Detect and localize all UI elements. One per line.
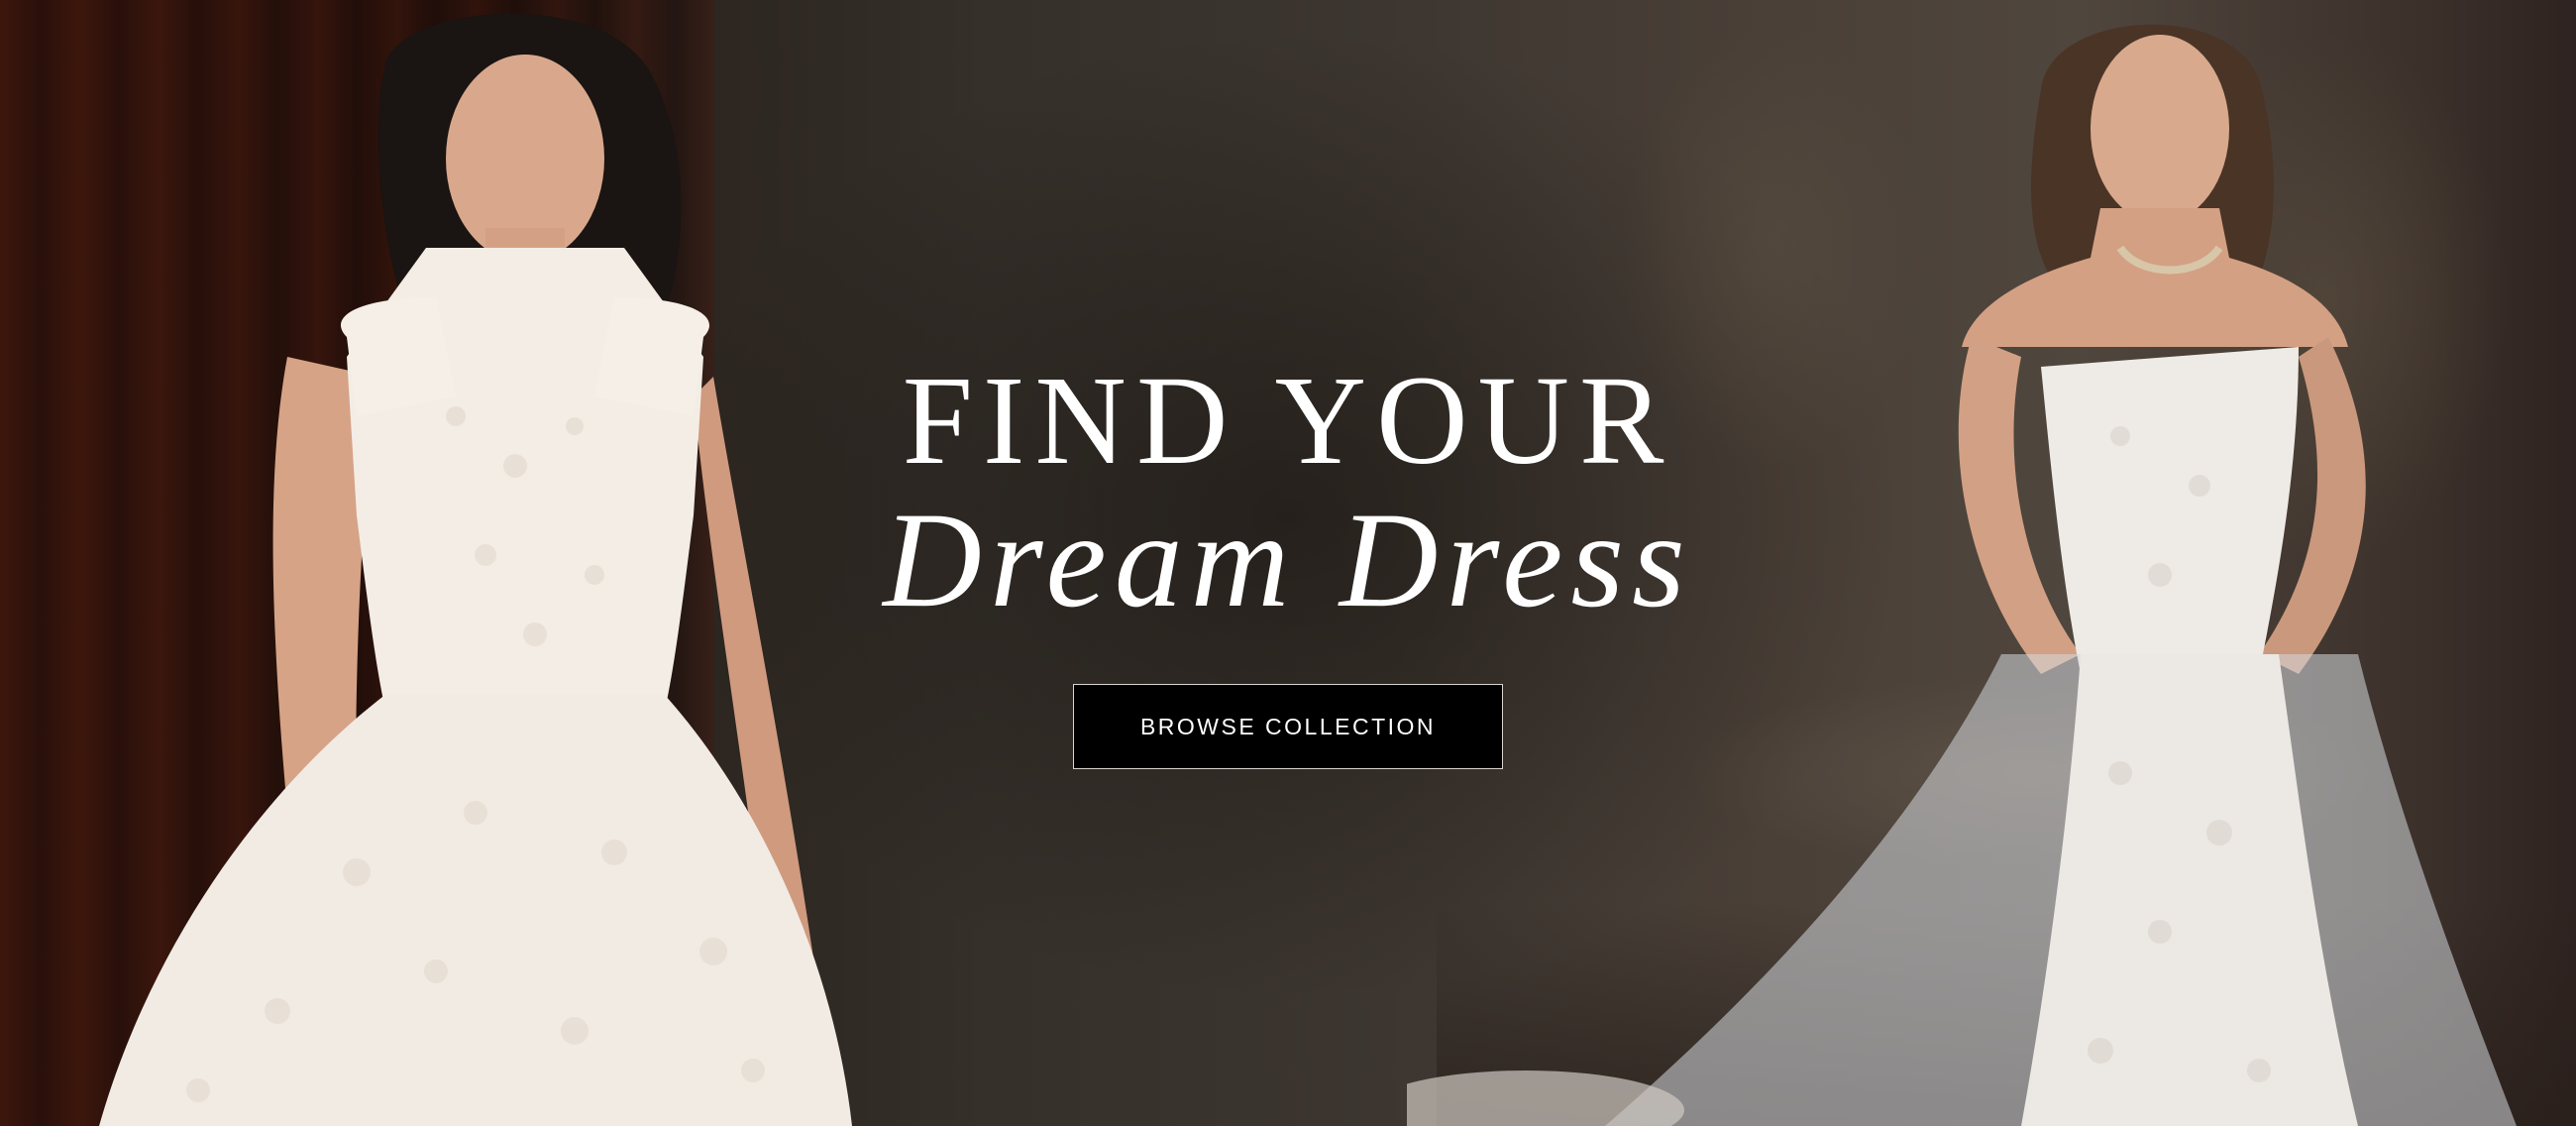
browse-collection-button[interactable]: BROWSE COLLECTION xyxy=(1073,684,1503,769)
left-model-image xyxy=(59,0,852,1126)
hero-banner: FIND YOUR Dream Dress BROWSE COLLECTION xyxy=(0,0,2576,1126)
headline-find-your: FIND YOUR xyxy=(902,350,1674,491)
headline-dream-dress: Dream Dress xyxy=(883,484,1693,635)
hero-content: FIND YOUR Dream Dress BROWSE COLLECTION xyxy=(793,357,1783,769)
